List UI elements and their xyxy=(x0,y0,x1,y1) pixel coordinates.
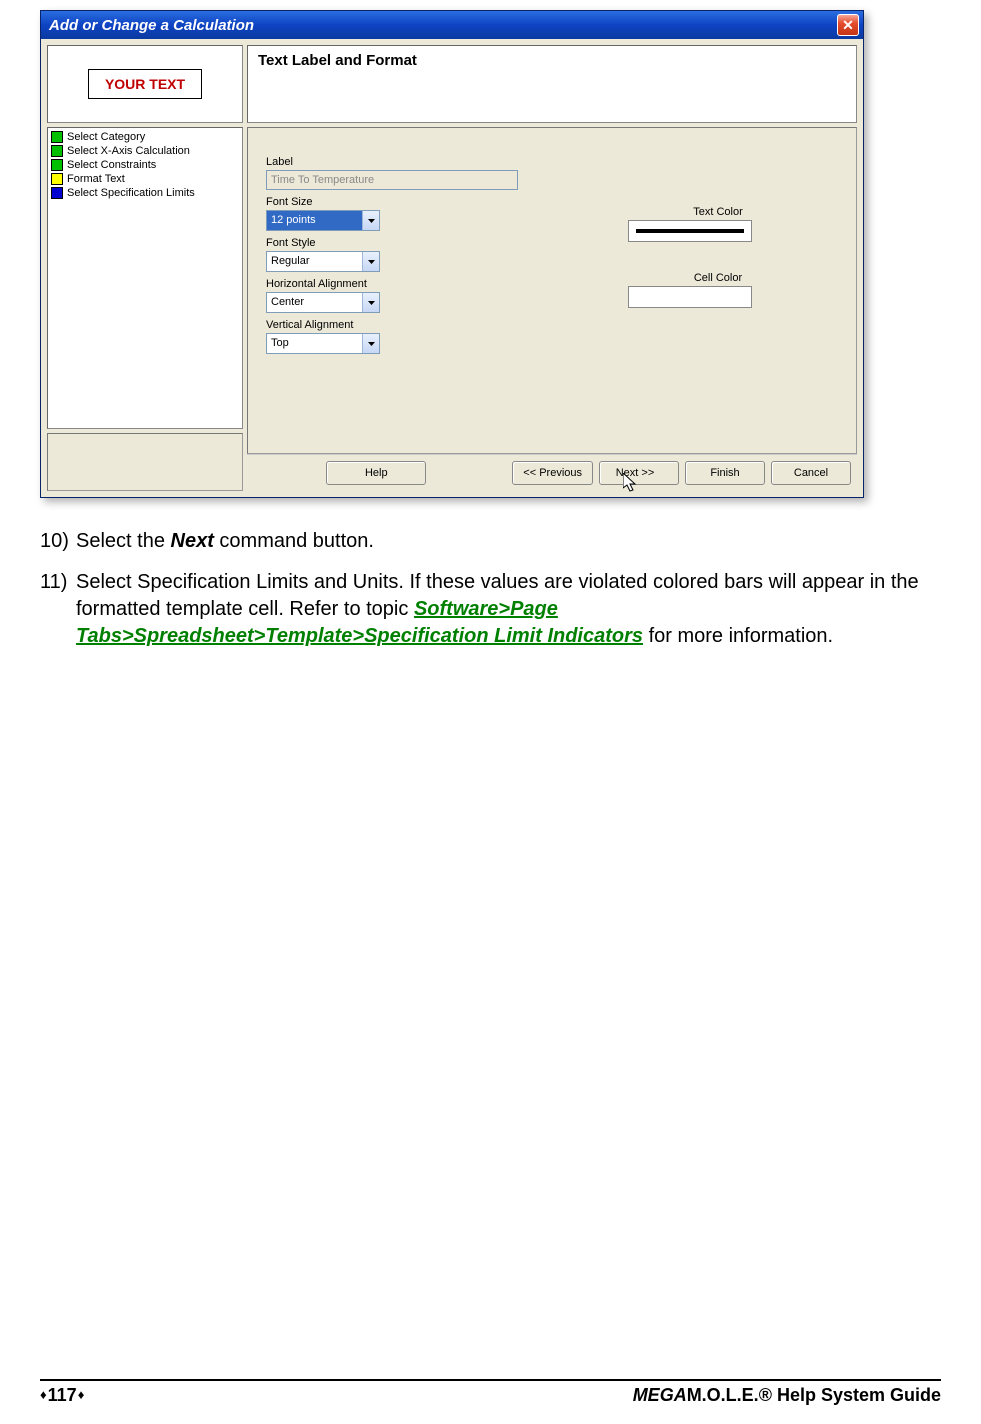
label-caption: Label xyxy=(266,156,838,168)
wizard-step[interactable]: Select X-Axis Calculation xyxy=(51,144,239,158)
instruction-step: 11) Select Specification Limits and Unit… xyxy=(40,569,941,650)
guide-title-prefix: MEGA xyxy=(633,1385,687,1405)
wizard-steps-list: Select Category Select X-Axis Calculatio… xyxy=(47,127,243,429)
halign-combo[interactable]: Center xyxy=(266,292,380,313)
step-status-icon xyxy=(51,145,63,157)
step-status-icon xyxy=(51,173,63,185)
chevron-down-icon xyxy=(362,252,379,271)
step-label: Select X-Axis Calculation xyxy=(67,145,190,157)
combo-value: Regular xyxy=(267,252,362,271)
help-button[interactable]: Help xyxy=(326,461,426,485)
titlebar: Add or Change a Calculation ✕ xyxy=(41,11,863,39)
diamond-icon: ♦ xyxy=(40,1387,47,1402)
step-label: Select Specification Limits xyxy=(67,187,195,199)
textcolor-picker[interactable] xyxy=(628,220,752,242)
cellcolor-caption: Cell Color xyxy=(628,272,808,284)
step-number: 11) xyxy=(40,569,76,650)
step-status-icon xyxy=(51,131,63,143)
textcolor-caption: Text Color xyxy=(628,206,808,218)
previous-button[interactable]: << Previous xyxy=(512,461,593,485)
hint-pane xyxy=(47,433,243,491)
color-sample-icon xyxy=(636,229,744,233)
step-status-icon xyxy=(51,187,63,199)
label-input[interactable]: Time To Temperature xyxy=(266,170,518,190)
step-label: Format Text xyxy=(67,173,125,185)
combo-value: 12 points xyxy=(267,211,362,230)
page-footer: ♦ 117 ♦ MEGAM.O.L.E.® Help System Guide xyxy=(40,1379,941,1406)
cancel-button[interactable]: Cancel xyxy=(771,461,851,485)
wizard-step[interactable]: Format Text xyxy=(51,172,239,186)
page-number: 117 xyxy=(48,1385,77,1406)
text: Select the xyxy=(76,530,171,552)
step-status-icon xyxy=(51,159,63,171)
close-button[interactable]: ✕ xyxy=(837,14,859,36)
guide-title: M.O.L.E.® Help System Guide xyxy=(687,1385,941,1405)
cellcolor-picker[interactable] xyxy=(628,286,752,308)
step-label: Select Constraints xyxy=(67,159,156,171)
chevron-down-icon xyxy=(362,211,379,230)
text: command button. xyxy=(214,530,374,552)
combo-value: Center xyxy=(267,293,362,312)
instruction-step: 10) Select the Next command button. xyxy=(40,528,941,555)
keyword: Next xyxy=(171,530,214,552)
fontsize-combo[interactable]: 12 points xyxy=(266,210,380,231)
finish-button[interactable]: Finish xyxy=(685,461,765,485)
panel-heading: Text Label and Format xyxy=(247,45,857,123)
valign-caption: Vertical Alignment xyxy=(266,319,838,331)
format-form: Label Time To Temperature Font Size 12 p… xyxy=(247,127,857,454)
text: for more information. xyxy=(643,625,833,647)
fontstyle-combo[interactable]: Regular xyxy=(266,251,380,272)
preview-cell: YOUR TEXT xyxy=(88,69,202,99)
wizard-step[interactable]: Select Category xyxy=(51,130,239,144)
wizard-step[interactable]: Select Constraints xyxy=(51,158,239,172)
combo-value: Top xyxy=(267,334,362,353)
dialog-title: Add or Change a Calculation xyxy=(49,17,254,34)
valign-combo[interactable]: Top xyxy=(266,333,380,354)
close-icon: ✕ xyxy=(842,17,854,34)
diamond-icon: ♦ xyxy=(78,1387,85,1402)
step-label: Select Category xyxy=(67,131,145,143)
instruction-list: 10) Select the Next command button. 11) … xyxy=(40,528,941,650)
chevron-down-icon xyxy=(362,293,379,312)
next-button[interactable]: Next >> xyxy=(599,461,679,485)
chevron-down-icon xyxy=(362,334,379,353)
wizard-step[interactable]: Select Specification Limits xyxy=(51,186,239,200)
step-number: 10) xyxy=(40,528,76,555)
preview-pane: YOUR TEXT xyxy=(47,45,243,123)
dialog-window: Add or Change a Calculation ✕ YOUR TEXT … xyxy=(40,10,864,498)
wizard-button-row: Help << Previous Next >> Finish Cancel xyxy=(247,454,857,491)
